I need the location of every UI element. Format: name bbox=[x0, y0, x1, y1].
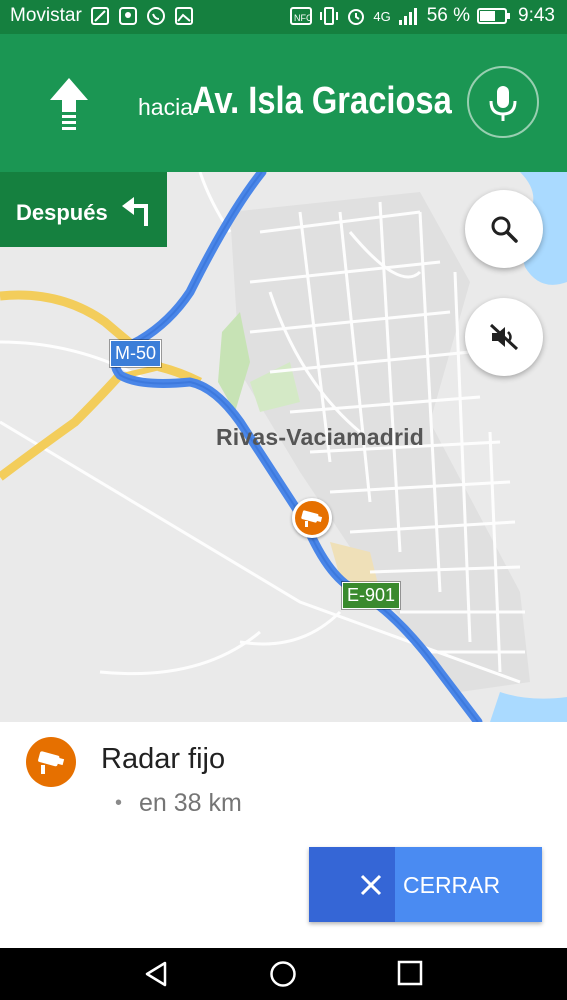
system-navigation-bar bbox=[0, 948, 567, 1000]
city-label: Rivas-Vaciamadrid bbox=[216, 424, 424, 450]
then-label: Después bbox=[16, 200, 108, 225]
alarm-icon bbox=[348, 9, 365, 25]
next-maneuver-chip[interactable]: Después bbox=[0, 172, 167, 247]
mute-button[interactable] bbox=[465, 298, 543, 376]
carrier-name: Movistar bbox=[10, 5, 82, 26]
home-icon[interactable] bbox=[269, 960, 297, 988]
road-shield-e901: E-901 bbox=[340, 581, 402, 610]
status-bar: Movistar NFC 4G 56 % 9:43 bbox=[0, 0, 567, 34]
search-icon bbox=[491, 216, 518, 243]
speed-camera-icon bbox=[301, 510, 323, 527]
battery-icon bbox=[477, 8, 511, 24]
svg-text:NFC: NFC bbox=[294, 13, 312, 23]
maps-notification-icon bbox=[90, 7, 109, 25]
whatsapp-icon bbox=[146, 7, 165, 25]
speed-camera-marker[interactable] bbox=[292, 498, 332, 538]
back-icon[interactable] bbox=[143, 960, 171, 988]
close-label: CERRAR bbox=[403, 872, 501, 898]
battery-percent: 56 % bbox=[426, 5, 471, 26]
destination-street: Av. Isla Graciosa bbox=[192, 80, 452, 122]
auto-dismiss-progress bbox=[309, 847, 396, 922]
navigation-header[interactable]: hacia Av. Isla Graciosa bbox=[0, 34, 567, 172]
search-button[interactable] bbox=[465, 190, 543, 268]
voice-search-button[interactable] bbox=[467, 66, 539, 138]
close-icon bbox=[360, 874, 382, 896]
alert-distance: en 38 km bbox=[139, 789, 242, 817]
network-type: 4G bbox=[373, 8, 391, 24]
volume-off-icon bbox=[489, 323, 519, 351]
road-shield-m50: M-50 bbox=[108, 339, 163, 368]
alert-title: Radar fijo bbox=[101, 743, 226, 775]
speed-camera-alert-icon bbox=[26, 737, 76, 787]
location-notification-icon bbox=[118, 7, 137, 25]
vibrate-icon bbox=[320, 7, 339, 25]
signal-icon bbox=[398, 8, 417, 25]
turn-left-icon bbox=[122, 197, 148, 226]
mic-icon bbox=[489, 86, 517, 121]
speed-camera-alert-card: Radar fijo • en 38 km CERRAR bbox=[0, 722, 567, 948]
map-view[interactable]: Rivas-Vaciamadrid M-50 E-901 bbox=[0, 172, 567, 722]
recents-icon[interactable] bbox=[397, 960, 423, 986]
toward-label: hacia bbox=[138, 94, 193, 120]
gallery-notification-icon bbox=[174, 7, 193, 25]
nfc-icon: NFC bbox=[290, 7, 313, 25]
close-button[interactable]: CERRAR bbox=[309, 847, 542, 922]
clock: 9:43 bbox=[518, 5, 555, 26]
arrow-up-icon bbox=[50, 78, 88, 130]
bullet: • bbox=[115, 792, 123, 814]
